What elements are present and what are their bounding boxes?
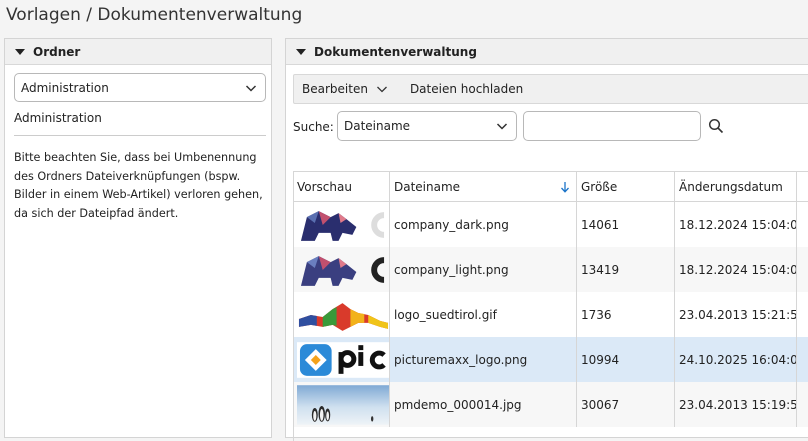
extra-cell — [797, 337, 808, 382]
folder-panel: Ordner Administration Administration Bit… — [4, 38, 272, 438]
penguins-photo-thumbnail — [297, 384, 389, 425]
date-cell: 23.04.2013 15:19:54 — [675, 382, 797, 427]
page-title: Vorlagen / Dokumentenverwaltung — [6, 5, 303, 25]
search-icon[interactable] — [708, 118, 724, 134]
edit-button-label: Bearbeiten — [302, 82, 368, 96]
size-cell: 14061 — [577, 202, 675, 247]
date-cell: 23.04.2013 15:21:57 — [675, 292, 797, 337]
search-label: Suche: — [293, 120, 334, 134]
folder-select-value: Administration — [21, 80, 109, 95]
table-row[interactable]: picturemaxx_logo.png 10994 24.10.2025 16… — [294, 337, 808, 382]
folder-panel-title: Ordner — [33, 44, 81, 59]
size-cell: 13419 — [577, 247, 675, 292]
filename-cell: picturemaxx_logo.png — [390, 337, 577, 382]
table-row[interactable]: company_light.png 13419 18.12.2024 15:04… — [294, 247, 808, 292]
folder-panel-header[interactable]: Ordner — [5, 39, 271, 65]
picturemaxx-logo-thumbnail — [297, 341, 389, 378]
filename-cell: company_light.png — [390, 247, 577, 292]
size-cell: 30067 — [577, 382, 675, 427]
date-cell: 18.12.2024 15:04:07 — [675, 247, 797, 292]
upload-files-button[interactable]: Dateien hochladen — [402, 82, 523, 96]
search-input[interactable] — [523, 111, 701, 141]
preview-cell — [294, 337, 390, 382]
chevron-down-icon — [496, 123, 508, 130]
suedtirol-logo-thumbnail — [298, 302, 389, 331]
search-field-value: Dateiname — [344, 119, 411, 133]
folder-select[interactable]: Administration — [14, 73, 266, 102]
filename-cell: logo_suedtirol.gif — [390, 292, 577, 337]
size-cell: 1736 — [577, 292, 675, 337]
documents-panel-header[interactable]: Dokumentenverwaltung — [286, 39, 808, 65]
collapse-triangle-icon[interactable] — [296, 49, 306, 55]
column-header-size[interactable]: Größe — [577, 172, 675, 201]
divider — [14, 135, 266, 136]
date-cell: 18.12.2024 15:04:07 — [675, 202, 797, 247]
preview-cell — [294, 382, 390, 427]
table-row[interactable]: company_dark.png 14061 18.12.2024 15:04:… — [294, 202, 808, 247]
column-header-extra[interactable] — [797, 172, 808, 201]
current-folder-label: Administration — [14, 111, 102, 125]
documents-toolbar: Bearbeiten Dateien hochladen — [293, 74, 808, 104]
rename-warning-note: Bitte beachten Sie, dass bei Umbenennung… — [14, 151, 263, 220]
chevron-down-icon — [376, 86, 387, 93]
extra-cell — [797, 247, 808, 292]
column-header-modified[interactable]: Änderungsdatum — [675, 172, 797, 201]
documents-table: Vorschau Dateiname Größe Änderungsdatum … — [293, 171, 808, 441]
extra-cell — [797, 292, 808, 337]
sort-descending-arrow-icon — [561, 182, 569, 193]
bear-logo-dark-thumbnail — [300, 210, 385, 241]
collapse-triangle-icon[interactable] — [15, 49, 25, 55]
table-header-row: Vorschau Dateiname Größe Änderungsdatum — [294, 172, 808, 202]
filename-cell: pmdemo_000014.jpg — [390, 382, 577, 427]
documents-panel: Dokumentenverwaltung Bearbeiten Dateien … — [285, 38, 808, 441]
extra-cell — [797, 382, 808, 427]
search-field-select[interactable]: Dateiname — [337, 111, 517, 141]
preview-cell — [294, 202, 390, 247]
edit-dropdown-button[interactable]: Bearbeiten — [294, 82, 388, 96]
filename-cell: company_dark.png — [390, 202, 577, 247]
chevron-down-icon — [245, 84, 257, 92]
column-header-preview[interactable]: Vorschau — [294, 172, 390, 201]
size-cell: 10994 — [577, 337, 675, 382]
preview-cell — [294, 292, 390, 337]
preview-cell — [294, 247, 390, 292]
table-row[interactable]: pmdemo_000014.jpg 30067 23.04.2013 15:19… — [294, 382, 808, 427]
documents-panel-title: Dokumentenverwaltung — [314, 44, 477, 59]
date-cell: 24.10.2025 16:04:01 — [675, 337, 797, 382]
column-header-filename-label: Dateiname — [394, 179, 461, 194]
table-row[interactable]: logo_suedtirol.gif 1736 23.04.2013 15:21… — [294, 292, 808, 337]
bear-logo-light-thumbnail — [300, 255, 385, 286]
extra-cell — [797, 202, 808, 247]
column-header-filename[interactable]: Dateiname — [390, 172, 577, 201]
